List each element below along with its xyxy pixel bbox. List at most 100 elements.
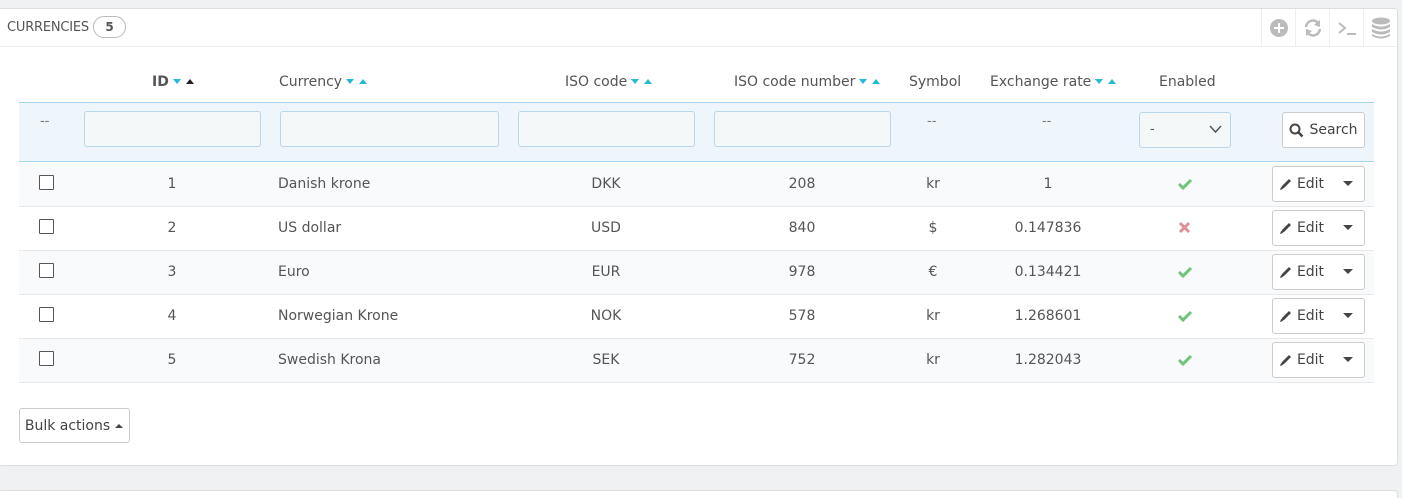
row-actions-dropdown[interactable] <box>1332 211 1364 245</box>
edit-label: Edit <box>1296 352 1325 368</box>
search-button-label: Search <box>1309 122 1358 138</box>
cell-id: 3 <box>167 264 177 280</box>
filter-placeholder-symbol: -- <box>927 114 937 129</box>
edit-label: Edit <box>1296 308 1325 324</box>
search-icon <box>1289 123 1304 137</box>
cell-exchange-rate: 0.134421 <box>1014 264 1082 280</box>
table-row: 2 US dollar USD 840 $0.147836 Edit <box>19 207 1374 251</box>
add-new-button[interactable] <box>1261 9 1295 47</box>
edit-button[interactable]: Edit <box>1273 299 1332 333</box>
row-edit-group: Edit <box>1272 342 1365 378</box>
sort-desc-icon[interactable] <box>172 79 181 84</box>
row-checkbox[interactable] <box>39 351 54 366</box>
cell-iso-code: NOK <box>590 308 622 324</box>
next-panel-edge <box>0 490 1398 498</box>
cell-currency: Norwegian Krone <box>278 308 399 324</box>
refresh-icon <box>1304 19 1321 37</box>
caret-down-icon <box>1342 357 1353 362</box>
table-row: 3 Euro EUR 978 €0.134421 Edit <box>19 251 1374 295</box>
col-header-symbol: Symbol <box>909 74 961 90</box>
cell-id: 2 <box>167 220 177 236</box>
col-label-id: ID <box>152 74 169 90</box>
enabled-check-icon[interactable] <box>1177 177 1193 195</box>
filter-iso-code-input[interactable] <box>518 111 695 147</box>
enabled-check-icon[interactable] <box>1177 265 1193 283</box>
pencil-icon <box>1279 179 1291 190</box>
pencil-icon <box>1279 223 1291 234</box>
filter-enabled-select[interactable]: - <box>1139 112 1231 148</box>
enabled-check-icon[interactable] <box>1177 309 1193 327</box>
sort-icons <box>630 74 654 90</box>
col-label-iso-code: ISO code <box>565 74 628 90</box>
edit-button[interactable]: Edit <box>1273 343 1332 377</box>
sort-desc-icon[interactable] <box>346 79 355 84</box>
cell-iso-code: SEK <box>592 352 620 368</box>
row-checkbox[interactable] <box>39 307 54 322</box>
cell-iso-number: 840 <box>788 220 816 236</box>
cell-currency: Swedish Krona <box>278 352 381 368</box>
pencil-icon <box>1279 311 1291 322</box>
cell-symbol: kr <box>926 176 940 192</box>
cell-iso-code: USD <box>591 220 621 236</box>
col-label-currency: Currency <box>279 74 343 90</box>
sort-asc-icon[interactable] <box>644 79 653 84</box>
filter-id-input[interactable] <box>84 111 261 147</box>
cell-symbol: $ <box>928 220 938 236</box>
export-button[interactable] <box>1363 9 1397 47</box>
row-actions-dropdown[interactable] <box>1332 299 1364 333</box>
cell-symbol: kr <box>926 308 940 324</box>
edit-label: Edit <box>1296 176 1325 192</box>
sort-desc-icon[interactable] <box>631 79 640 84</box>
col-header-iso-code[interactable]: ISO code <box>565 74 654 90</box>
pencil-icon <box>1279 355 1291 366</box>
caret-down-icon <box>1342 225 1353 230</box>
col-header-enabled: Enabled <box>1159 74 1216 90</box>
bulk-actions-label: Bulk actions <box>24 417 111 434</box>
col-label-iso-number: ISO code number <box>734 74 856 90</box>
col-header-currency[interactable]: Currency <box>279 74 369 90</box>
filter-enabled-value: - <box>1150 122 1155 137</box>
sort-asc-icon[interactable] <box>359 79 368 84</box>
col-header-iso-number[interactable]: ISO code number <box>734 74 882 90</box>
cell-iso-number: 578 <box>788 308 816 324</box>
col-header-exchange-rate[interactable]: Exchange rate <box>990 74 1118 90</box>
filter-currency-input[interactable] <box>280 111 499 147</box>
row-checkbox[interactable] <box>39 175 54 190</box>
sort-desc-icon[interactable] <box>859 79 868 84</box>
row-checkbox[interactable] <box>39 219 54 234</box>
sort-desc-icon[interactable] <box>1095 79 1104 84</box>
caret-down-icon <box>1342 269 1353 274</box>
sort-asc-icon[interactable] <box>872 79 881 84</box>
bulk-actions-button[interactable]: Bulk actions <box>19 408 130 443</box>
search-button[interactable]: Search <box>1282 112 1365 148</box>
cell-id: 1 <box>167 176 177 192</box>
cell-exchange-rate: 1 <box>1043 176 1053 192</box>
refresh-button[interactable] <box>1295 9 1329 47</box>
cell-iso-number: 208 <box>788 176 816 192</box>
sql-query-button[interactable] <box>1329 9 1363 47</box>
row-actions-dropdown[interactable] <box>1332 167 1364 201</box>
enabled-check-icon[interactable] <box>1177 353 1193 371</box>
sort-asc-icon[interactable] <box>1108 79 1117 84</box>
caret-down-icon <box>1342 181 1353 186</box>
row-actions-dropdown[interactable] <box>1332 343 1364 377</box>
cell-currency: Euro <box>278 264 310 280</box>
filter-iso-number-input[interactable] <box>714 111 891 147</box>
pencil-icon <box>1279 267 1291 278</box>
disabled-cross-icon[interactable] <box>1177 221 1193 239</box>
row-checkbox[interactable] <box>39 263 54 278</box>
edit-button[interactable]: Edit <box>1273 167 1332 201</box>
col-header-id[interactable]: ID <box>152 74 196 90</box>
sort-asc-icon[interactable] <box>185 79 194 84</box>
edit-button[interactable]: Edit <box>1273 211 1332 245</box>
edit-label: Edit <box>1296 264 1325 280</box>
sort-icons <box>172 74 196 90</box>
panel-toolbar <box>1261 9 1397 47</box>
col-label-symbol: Symbol <box>909 74 962 90</box>
table-row: 5 Swedish Krona SEK 752 kr 1.282043 Edit <box>19 339 1374 383</box>
table-row: 4 Norwegian Krone NOK 578 kr 1.268601 Edit <box>19 295 1374 339</box>
edit-button[interactable]: Edit <box>1273 255 1332 289</box>
row-actions-dropdown[interactable] <box>1332 255 1364 289</box>
cell-iso-code: DKK <box>591 176 621 192</box>
chevron-down-icon <box>1209 125 1222 134</box>
